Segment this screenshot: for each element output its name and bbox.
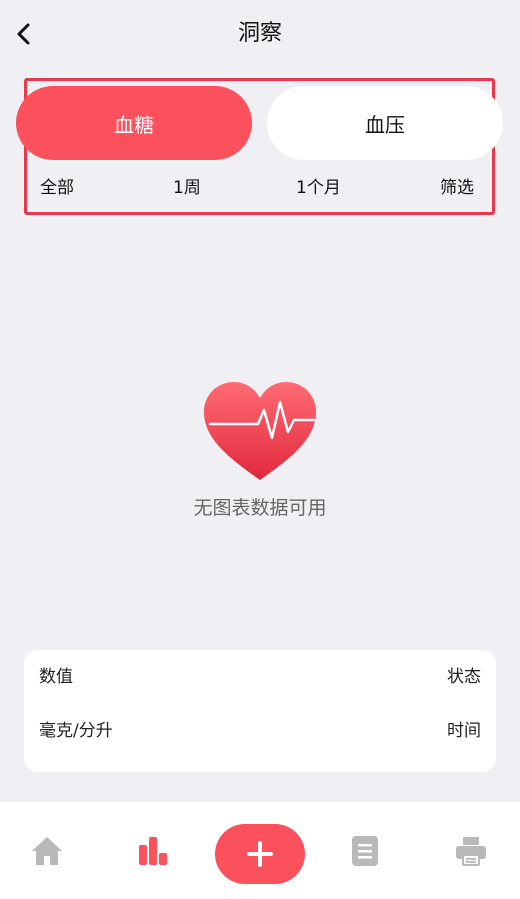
home-icon <box>32 837 62 865</box>
range-1-week[interactable]: 1周 <box>173 176 201 200</box>
filter-button[interactable]: 筛选 <box>440 176 474 200</box>
tab-insights[interactable] <box>128 826 178 876</box>
legend-card: 数值 状态 毫克/分升 时间 <box>24 650 496 772</box>
segment-blood-pressure[interactable]: 血压 <box>267 86 503 160</box>
tab-records[interactable] <box>340 826 390 876</box>
empty-message: 无图表数据可用 <box>193 497 327 519</box>
unit-label: 毫克/分升 <box>39 721 113 741</box>
printer-icon <box>456 837 486 866</box>
header: 洞察 <box>0 0 520 70</box>
document-icon <box>352 836 378 866</box>
tab-home[interactable] <box>22 826 72 876</box>
bar-chart-icon <box>139 837 167 865</box>
add-record-button[interactable] <box>215 824 305 884</box>
range-1-month[interactable]: 1个月 <box>296 176 341 200</box>
time-label: 时间 <box>447 721 481 741</box>
card-row-header: 数值 状态 <box>39 665 481 689</box>
plus-icon <box>247 841 273 867</box>
empty-state: 无图表数据可用 <box>0 380 520 522</box>
status-label: 状态 <box>447 667 481 687</box>
bottom-tab-bar <box>0 802 520 899</box>
card-row-sub: 毫克/分升 时间 <box>39 719 481 743</box>
tab-print[interactable] <box>446 826 496 876</box>
segment-blood-sugar[interactable]: 血糖 <box>16 86 252 160</box>
value-label: 数值 <box>39 667 73 687</box>
range-all[interactable]: 全部 <box>40 176 74 200</box>
heart-pulse-icon <box>204 382 316 480</box>
page-title: 洞察 <box>237 21 282 46</box>
